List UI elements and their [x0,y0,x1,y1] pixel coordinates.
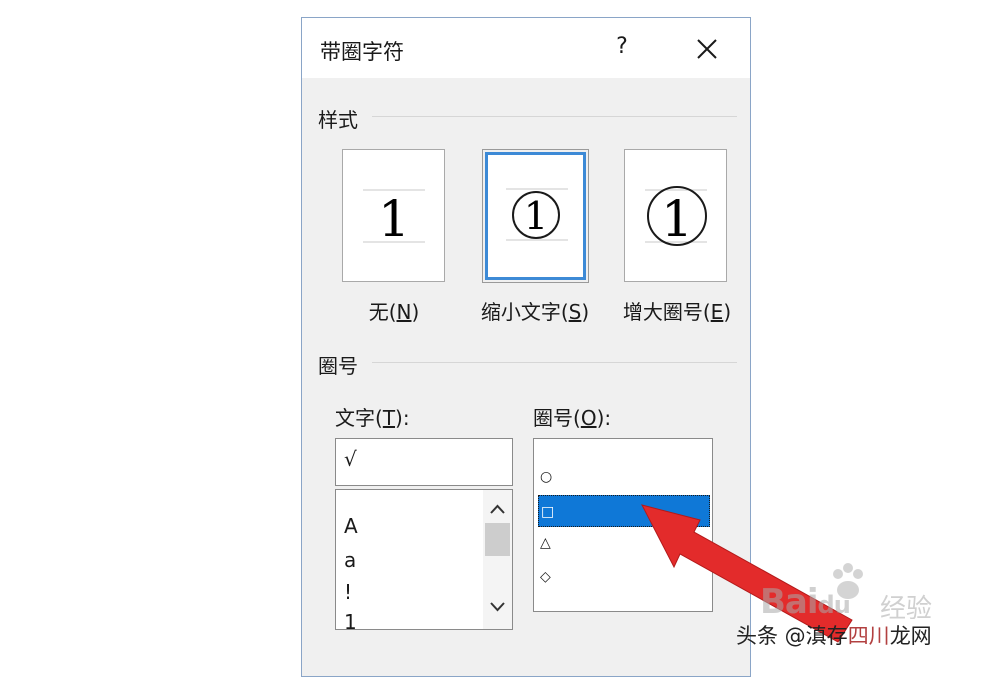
enclosure-field-label: 圈号(O): [533,406,612,430]
enclosure-group-label: 圈号 [318,354,358,378]
enclosure-group-divider [372,362,737,363]
listbox-scrollbar[interactable] [483,490,512,629]
style-preview-digit: 1 [661,190,693,248]
style-option-enlarge-symbol[interactable]: 1 [624,149,727,282]
style-preview-digit: 1 [524,194,548,238]
scroll-thumb[interactable] [485,523,510,556]
help-button[interactable]: ? [607,32,637,62]
style-group-divider [372,116,737,117]
text-field-label: 文字(T): [335,406,410,430]
list-item[interactable]: ! [344,580,352,604]
list-item[interactable]: a [344,548,356,572]
text-listbox[interactable]: A a ! 1 [335,489,513,634]
style-label-enlarge-symbol: 增大圈号(E) [622,300,732,324]
chevron-up-icon [490,504,505,514]
enclosure-option-circle[interactable]: ○ [538,461,710,493]
style-group-label: 样式 [318,108,358,132]
close-button[interactable] [690,32,724,66]
list-item[interactable]: A [344,514,358,538]
close-icon [697,39,717,59]
text-input[interactable]: √ [335,438,513,486]
style-option-none[interactable]: 1 [342,149,445,282]
style-option-shrink-text[interactable]: 1 [482,149,589,283]
style-label-shrink-text: 缩小文字(S) [480,300,590,324]
enclosure-option-triangle[interactable]: △ [538,527,710,559]
chevron-down-icon [490,602,505,612]
dialog-title: 带圈字符 [320,40,404,64]
style-preview-digit: 1 [378,190,410,248]
enclosure-option-square[interactable]: □ [538,495,710,527]
title-bar: 带圈字符 ? [302,18,750,78]
enclosure-listbox[interactable]: ○ □ △ ◇ [533,438,713,612]
enclosure-option-diamond[interactable]: ◇ [538,561,710,593]
source-tag: 头条 @滇存四川龙网 [736,624,932,648]
enclose-characters-dialog: 带圈字符 ? 样式 1 1 1 无(N) 缩小文字(S) 增大圈号(E) 圈号 … [301,17,751,677]
style-label-none: 无(N) [368,300,420,324]
list-item[interactable]: 1 [344,610,357,634]
baidu-watermark: Baidu [760,582,851,622]
